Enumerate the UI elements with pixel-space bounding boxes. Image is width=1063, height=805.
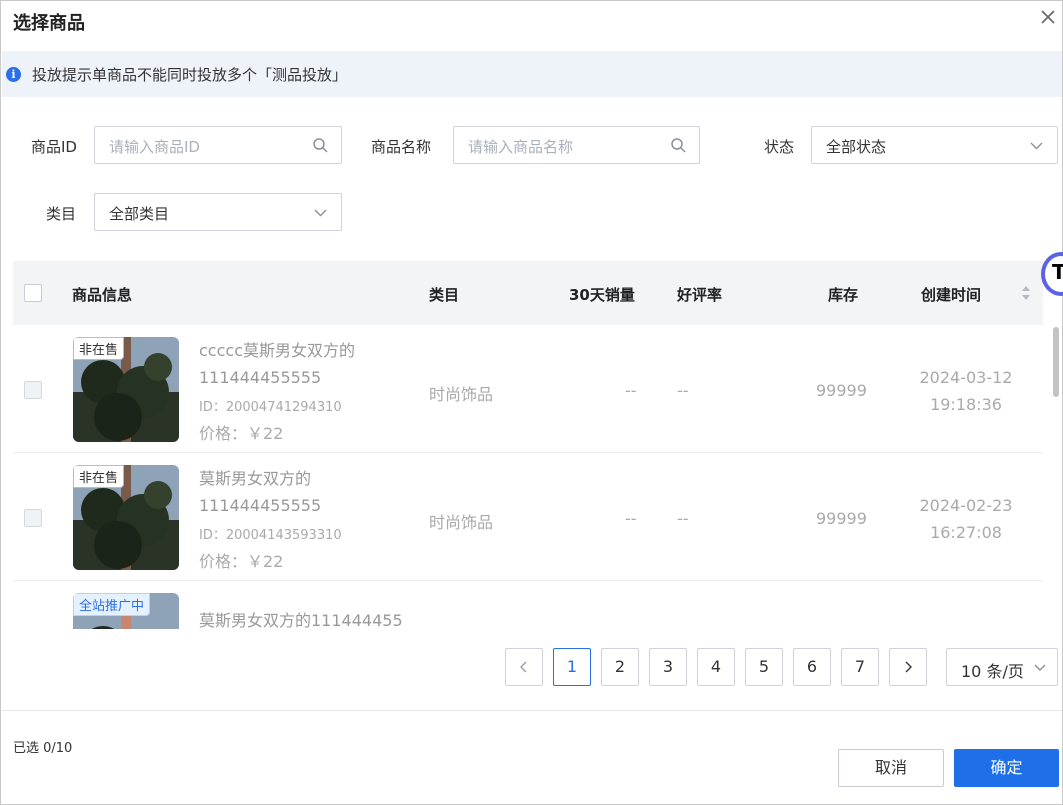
notice-bar: i 投放提示单商品不能同时投放多个「测品投放」 (2, 51, 1062, 97)
product-rating: -- (677, 381, 689, 400)
product-sales: -- (625, 381, 637, 400)
table-row: 非在售 莫斯男女双方的 111444455555 ID：200041435933… (13, 453, 1043, 581)
product-image: 非在售 (73, 465, 179, 570)
page-1-button[interactable]: 1 (553, 648, 591, 686)
product-price: 价格：￥22 (199, 552, 284, 571)
product-created: 2024-03-12 19:18:36 (911, 364, 1021, 418)
header-category: 类目 (429, 286, 460, 304)
search-icon[interactable] (312, 137, 329, 154)
page-2-button[interactable]: 2 (601, 648, 639, 686)
product-category: 时尚饰品 (429, 385, 494, 404)
selected-count: 已选 0/10 (13, 741, 73, 756)
status-select[interactable]: 全部状态 (811, 126, 1058, 164)
dialog-title: 选择商品 (13, 13, 85, 34)
product-name-placeholder: 请输入商品名称 (468, 138, 574, 156)
product-image: 全站推广中 (73, 593, 179, 629)
category-select[interactable]: 全部类目 (94, 193, 342, 231)
table-row: 全站推广中 莫斯男女双方的111444455 (13, 581, 1043, 629)
prev-page-button[interactable] (505, 648, 543, 686)
page-4-button[interactable]: 4 (697, 648, 735, 686)
close-icon[interactable] (1038, 7, 1058, 27)
chevron-down-icon (312, 204, 329, 221)
table-row: 非在售 ccccc莫斯男女双方的 111444455555 ID：2000474… (13, 325, 1043, 453)
floating-assistant-button[interactable]: T (1041, 252, 1063, 296)
category-value: 全部类目 (109, 205, 170, 223)
product-name-line2: 111444455555 (199, 496, 322, 515)
footer-divider (2, 710, 1062, 711)
product-name-line1: ccccc莫斯男女双方的 (199, 341, 355, 360)
info-icon: i (6, 67, 21, 82)
header-rating: 好评率 (677, 286, 723, 304)
created-time: 16:27:08 (930, 523, 1002, 542)
product-name: 莫斯男女双方的111444455 (199, 607, 439, 629)
notice-text: 投放提示单商品不能同时投放多个「测品投放」 (32, 66, 348, 84)
product-name-line1: 莫斯男女双方的 (199, 469, 312, 488)
page-size-value: 10 条/页 (961, 662, 1024, 681)
product-image: 非在售 (73, 337, 179, 442)
status-tag: 非在售 (73, 465, 125, 488)
product-name-line1: 莫斯男女双方的111444455 (199, 611, 403, 629)
search-icon[interactable] (670, 137, 687, 154)
status-value: 全部状态 (826, 138, 887, 156)
header-sales-30d: 30天销量 (569, 286, 635, 304)
created-date: 2024-03-12 (919, 368, 1013, 387)
page-7-button[interactable]: 7 (841, 648, 879, 686)
product-id: ID：20004741294310 (199, 400, 342, 415)
category-label: 类目 (46, 205, 77, 223)
product-id-input[interactable]: 请输入商品ID (94, 126, 342, 164)
table-body: 非在售 ccccc莫斯男女双方的 111444455555 ID：2000474… (13, 325, 1043, 629)
header-product-info: 商品信息 (72, 286, 133, 304)
created-date: 2024-02-23 (919, 496, 1013, 515)
product-id-label: 商品ID (31, 138, 77, 156)
status-tag: 非在售 (73, 337, 125, 360)
product-name: ccccc莫斯男女双方的 111444455555 (199, 337, 409, 391)
table-scrollbar[interactable] (1053, 327, 1059, 397)
product-id-placeholder: 请输入商品ID (109, 138, 200, 156)
row-checkbox[interactable] (24, 509, 42, 527)
select-product-dialog: 选择商品 i 投放提示单商品不能同时投放多个「测品投放」 商品ID 请输入商品I… (0, 0, 1063, 805)
product-stock: 99999 (816, 381, 867, 400)
product-rating: -- (677, 509, 689, 528)
created-time: 19:18:36 (930, 395, 1002, 414)
product-price: 价格：￥22 (199, 424, 284, 443)
page-size-select[interactable]: 10 条/页 (946, 648, 1058, 686)
status-tag: 全站推广中 (73, 593, 151, 616)
header-stock: 库存 (828, 286, 859, 304)
header-created-time[interactable]: 创建时间 (921, 284, 981, 305)
product-name-line2: 111444455555 (199, 368, 322, 387)
cancel-button[interactable]: 取消 (838, 749, 944, 787)
confirm-button[interactable]: 确定 (954, 749, 1059, 787)
chevron-right-icon (905, 661, 912, 673)
product-stock: 99999 (816, 509, 867, 528)
page-3-button[interactable]: 3 (649, 648, 687, 686)
page-5-button[interactable]: 5 (745, 648, 783, 686)
product-name-input[interactable]: 请输入商品名称 (453, 126, 700, 164)
product-sales: -- (625, 509, 637, 528)
product-name: 莫斯男女双方的 111444455555 (199, 465, 409, 519)
row-checkbox[interactable] (24, 381, 42, 399)
product-created: 2024-02-23 16:27:08 (911, 492, 1021, 546)
product-id: ID：20004143593310 (199, 528, 342, 543)
table-header: 商品信息 类目 30天销量 好评率 库存 创建时间 (13, 261, 1043, 325)
chevron-down-icon (1028, 137, 1045, 154)
sort-icon[interactable] (1020, 285, 1032, 305)
page-6-button[interactable]: 6 (793, 648, 831, 686)
select-all-checkbox[interactable] (24, 284, 42, 302)
product-name-label: 商品名称 (371, 138, 432, 156)
chevron-down-icon (1033, 660, 1047, 678)
product-category: 时尚饰品 (429, 513, 494, 532)
chevron-left-icon (520, 661, 527, 673)
status-label: 状态 (764, 138, 795, 156)
next-page-button[interactable] (889, 648, 927, 686)
